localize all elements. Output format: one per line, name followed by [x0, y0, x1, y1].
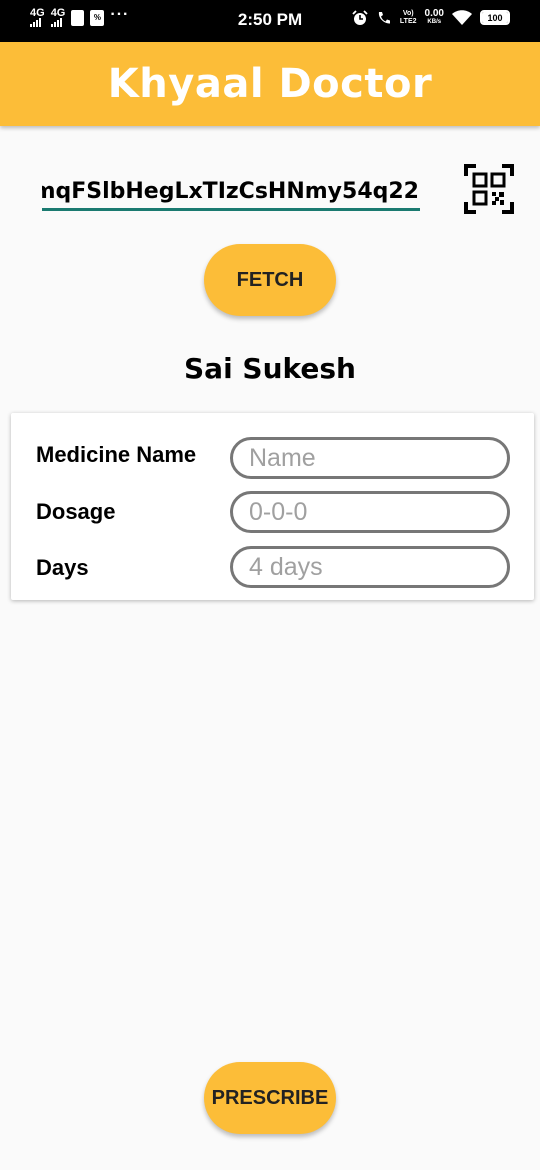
dosage-input[interactable]: 0-0-0 — [230, 491, 510, 533]
network-speed: 0.00 KB/s — [425, 9, 444, 26]
patient-id-input[interactable]: lHmqFSlbHegLxTIzCsHNmy54q22 — [42, 175, 420, 211]
dosage-label: Dosage — [36, 499, 116, 524]
status-right-icons: Vo) LTE2 0.00 KB/s 100 — [352, 9, 510, 26]
prescription-card: Medicine Name Name Dosage 0-0-0 Days 4 d… — [11, 413, 534, 600]
status-bar: 4G 4G % ··· 2:50 PM Vo) LTE2 0.00 KB/s 1… — [0, 0, 540, 42]
days-placeholder: 4 days — [249, 552, 323, 581]
patient-id-value: lHmqFSlbHegLxTIzCsHNmy54q22 — [42, 179, 419, 204]
days-label: Days — [36, 555, 89, 580]
days-input[interactable]: 4 days — [230, 546, 510, 588]
medicine-name-input[interactable]: Name — [230, 437, 510, 479]
network-speed-value: 0.00 — [424, 8, 444, 19]
volte-indicator: Vo) LTE2 — [400, 10, 417, 26]
lte-text: LTE2 — [399, 17, 417, 25]
alarm-icon — [352, 9, 368, 25]
volte-text: Vo) — [402, 9, 414, 17]
call-wifi-icon — [378, 11, 390, 24]
patient-name: Sai Sukesh — [184, 352, 356, 385]
fetch-button[interactable]: FETCH — [204, 244, 336, 316]
wifi-icon — [452, 9, 472, 25]
qr-code-scan-icon — [464, 164, 514, 214]
prescribe-button[interactable]: PRESCRIBE — [204, 1062, 336, 1134]
qr-scan-button[interactable] — [464, 164, 514, 214]
battery-icon: 100 — [480, 10, 510, 25]
medicine-name-placeholder: Name — [249, 443, 316, 472]
network-speed-unit: KB/s — [427, 19, 442, 25]
medicine-name-label: Medicine Name — [36, 442, 197, 467]
app-title: Khyaal Doctor — [107, 61, 433, 107]
dosage-placeholder: 0-0-0 — [249, 497, 308, 526]
app-bar: Khyaal Doctor — [0, 42, 540, 126]
battery-level: 100 — [482, 12, 508, 23]
